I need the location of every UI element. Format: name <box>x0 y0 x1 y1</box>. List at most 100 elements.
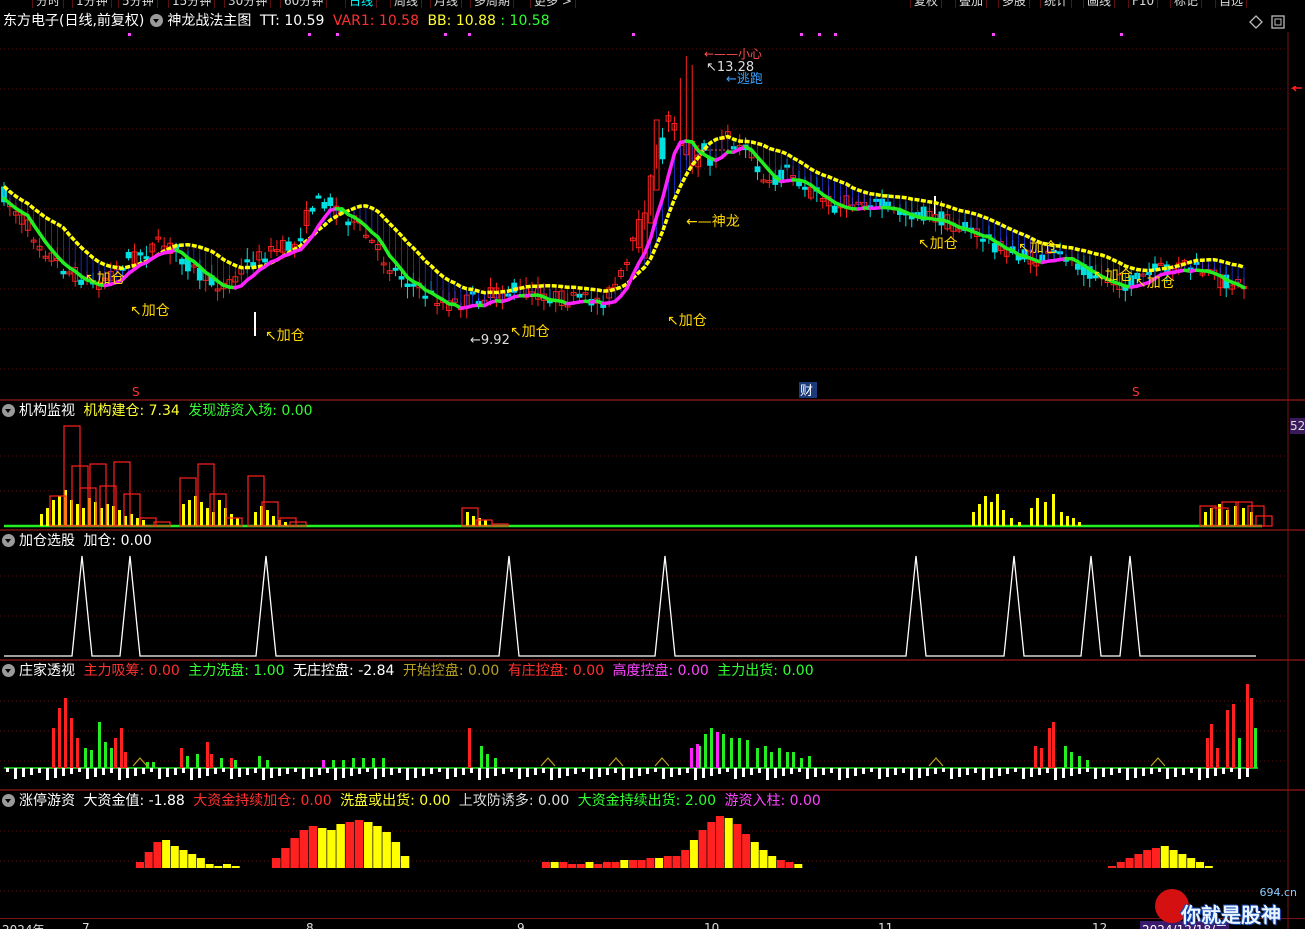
zj-white-bar-30 <box>246 768 249 775</box>
zj-white-bar-143 <box>1150 768 1153 774</box>
zj-green-bar-31 <box>1064 746 1067 768</box>
zj-white-bar-113 <box>910 768 913 780</box>
jigou-yellow-bar-18 <box>182 504 185 526</box>
zj-red-bar-22 <box>1246 684 1249 768</box>
zj-white-bar-29 <box>238 768 241 777</box>
zj-green-bar-24 <box>764 746 767 768</box>
jigou-yellow-bar-44 <box>1010 518 1013 526</box>
zj-red-bar-5 <box>114 738 117 768</box>
zj-triangle-2 <box>608 757 624 767</box>
zj-white-bar-9 <box>78 768 81 772</box>
candle-body-66 <box>392 267 399 271</box>
top-signal-dot-9 <box>992 33 995 36</box>
zt-bar-d-7 <box>1169 850 1178 868</box>
jigou-yellow-bar-48 <box>1044 502 1047 526</box>
zj-white-bar-137 <box>1102 768 1105 777</box>
zt-bar-c-8 <box>611 862 620 868</box>
candle-body-140 <box>831 205 838 213</box>
zt-bar-c-18 <box>698 830 707 868</box>
zj-white-bar-44 <box>358 768 361 774</box>
zj-white-bar-86 <box>694 768 697 780</box>
zj-white-bar-150 <box>1206 768 1209 778</box>
zj-triangle-1 <box>540 757 556 767</box>
zj-white-bar-60 <box>486 768 489 778</box>
zj-white-bar-70 <box>566 768 569 776</box>
zt-bar-d-3 <box>1134 854 1143 868</box>
zj-green-bar-23 <box>756 748 759 768</box>
zt-bar-b-3 <box>299 830 309 868</box>
zt-bar-a-0 <box>136 862 144 868</box>
zj-white-bar-115 <box>926 768 929 776</box>
zt-bar-d-6 <box>1160 846 1169 868</box>
zt-bar-a-9 <box>214 866 223 868</box>
candle-body-68 <box>404 283 411 288</box>
zj-green-bar-11 <box>258 756 261 768</box>
zj-white-bar-12 <box>102 768 105 775</box>
zj-extra-bar-0 <box>690 748 693 768</box>
zt-bar-c-21 <box>724 818 733 868</box>
zj-white-bar-65 <box>526 768 529 777</box>
zj-white-bar-34 <box>278 768 281 776</box>
zj-white-bar-77 <box>622 768 625 780</box>
zj-white-bar-36 <box>294 768 297 772</box>
jiacang-signal-line <box>4 555 1256 657</box>
zj-white-bar-24 <box>198 768 201 778</box>
zj-white-bar-39 <box>318 768 321 775</box>
jigou-yellow-bar-38 <box>972 512 975 526</box>
zj-white-bar-8 <box>70 768 73 774</box>
zt-bar-c-25 <box>759 850 768 868</box>
jiacang-label-7: ↖加仓 <box>1093 268 1133 284</box>
zj-white-bar-148 <box>1190 768 1193 773</box>
jiacang-label-5: ↖加仓 <box>918 236 958 252</box>
candle-body-127 <box>754 166 761 173</box>
zj-white-bar-91 <box>734 768 737 779</box>
zj-white-bar-32 <box>262 768 265 780</box>
zj-white-bar-53 <box>430 768 433 774</box>
zt-bar-c-6 <box>594 864 603 868</box>
zj-white-bar-123 <box>990 768 993 778</box>
zt-bar-c-7 <box>602 862 611 868</box>
zj-green-bar-12 <box>266 760 269 768</box>
zt-bar-b-6 <box>327 830 336 868</box>
jigou-yellow-bar-49 <box>1052 494 1055 526</box>
zt-bar-c-9 <box>620 860 629 868</box>
zj-extra-bar-2 <box>716 732 719 768</box>
kline-chart-canvas[interactable]: ↖加仓↖加仓↖加仓 ↖加仓↖加仓↖加仓 ↖加仓↖加仓 ↖加仓←9.92↖13.28←—… <box>0 0 1305 929</box>
jiacang-label-2: ↖加仓 <box>265 328 305 344</box>
candle-body-69 <box>410 283 417 287</box>
zj-white-bar-63 <box>510 768 513 772</box>
zt-bar-b-12 <box>382 832 391 868</box>
zj-red-bar-20 <box>1226 710 1229 768</box>
zj-green-bar-28 <box>792 752 795 768</box>
zt-bar-b-1 <box>281 848 290 868</box>
jigou-yellow-bar-42 <box>996 494 999 526</box>
zj-white-bar-74 <box>598 768 601 777</box>
zj-green-bar-26 <box>778 748 781 768</box>
jigou-yellow-bar-3 <box>58 496 61 526</box>
zj-white-bar-130 <box>1046 768 1049 773</box>
top-signal-dot-8 <box>834 33 837 36</box>
candle-body-167 <box>991 243 998 253</box>
zj-white-bar-57 <box>462 768 465 775</box>
zt-bar-b-14 <box>400 856 410 868</box>
candle-body-44 <box>262 258 268 263</box>
zt-bar-c-28 <box>785 862 794 868</box>
jigou-yellow-bar-21 <box>200 502 203 526</box>
zj-white-bar-95 <box>766 768 769 780</box>
zt-bar-d-0 <box>1108 866 1116 868</box>
zj-triangle-4 <box>928 757 944 767</box>
zj-green-bar-0 <box>84 748 87 768</box>
zj-extra-bar-9 <box>382 758 385 768</box>
taopao-label: ←逃跑 <box>726 72 763 87</box>
zj-green-bar-9 <box>220 758 223 768</box>
candle-body-54 <box>321 202 328 209</box>
jigou-yellow-bar-22 <box>206 508 209 526</box>
watermark-text: 你就是股神 <box>1181 903 1281 927</box>
zj-white-bar-38 <box>310 768 313 777</box>
zt-bar-c-10 <box>629 860 637 868</box>
zj-red-bar-11 <box>230 758 233 768</box>
jigou-yellow-bar-24 <box>218 500 221 526</box>
zj-white-bar-69 <box>558 768 561 778</box>
zj-white-bar-105 <box>846 768 849 778</box>
zt-bar-c-12 <box>646 858 655 868</box>
